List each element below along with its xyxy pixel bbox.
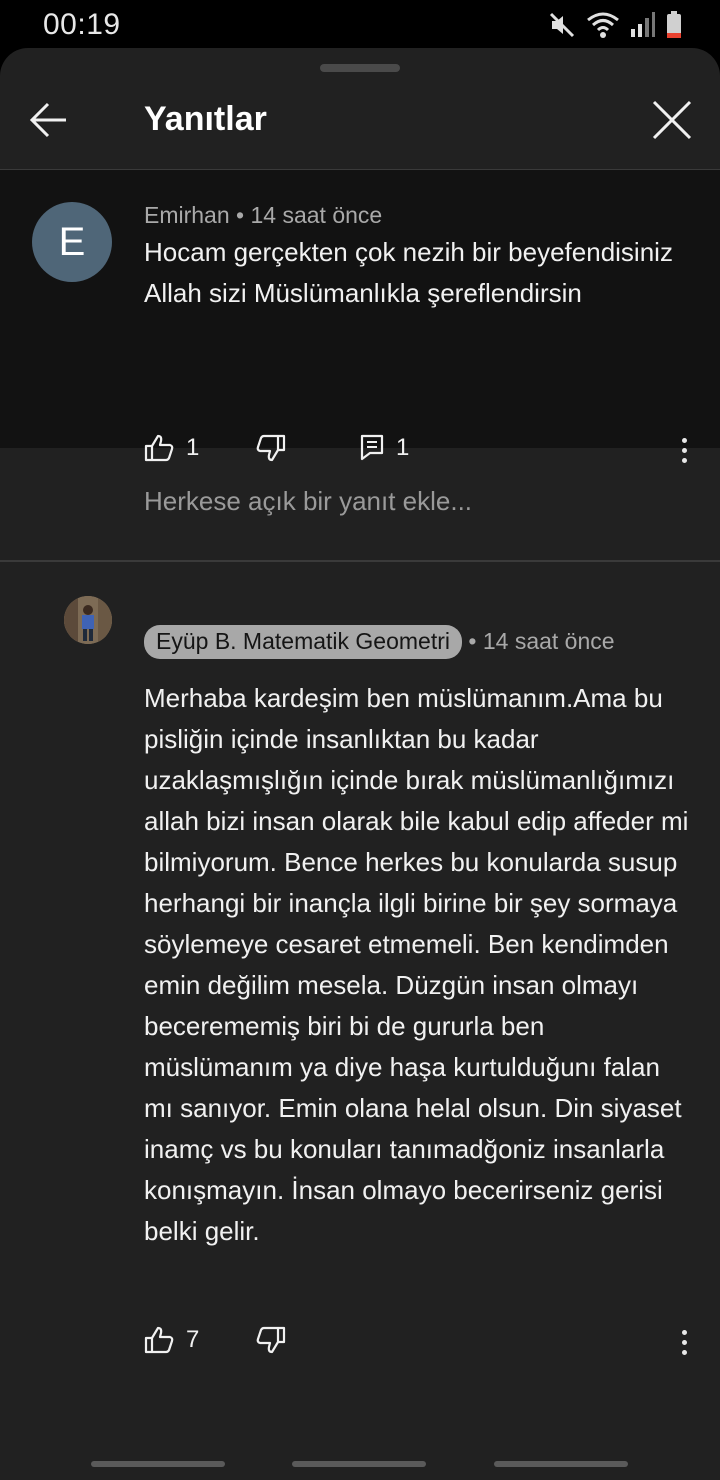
meta-separator: • — [468, 628, 483, 654]
parent-comment: E Emirhan • 14 saat önce Hocam gerçekten… — [0, 170, 720, 463]
replies-sheet: Yanıtlar E Emirhan • 14 saat önce Hocam … — [0, 48, 720, 1480]
reply-comment: Eyüp B. Matematik Geometri • 14 saat önc… — [0, 562, 720, 1422]
close-icon[interactable] — [650, 98, 694, 142]
back-arrow-icon[interactable] — [28, 100, 70, 140]
thumbs-up-icon — [144, 1326, 174, 1354]
reply-input-area: Herkese açık bir yanıt ekle... — [0, 448, 720, 562]
dislike-button[interactable] — [256, 1326, 286, 1354]
nav-gesture-home[interactable] — [292, 1461, 426, 1467]
battery-low-icon — [667, 11, 681, 38]
like-count: 7 — [186, 1326, 200, 1353]
sheet-header: Yanıtlar — [0, 48, 720, 171]
thumbs-down-icon — [256, 1326, 286, 1354]
nav-gesture-left[interactable] — [91, 1461, 225, 1467]
avatar[interactable]: E — [32, 202, 112, 282]
status-time: 00:19 — [43, 8, 121, 41]
reply-input[interactable]: Herkese açık bir yanıt ekle... — [144, 486, 684, 517]
more-options-icon[interactable] — [672, 1324, 696, 1360]
comment-text: Hocam gerçekten çok nezih bir beyefendis… — [144, 237, 673, 308]
mute-icon — [549, 12, 575, 38]
wifi-icon — [587, 12, 619, 38]
comment-text: Merhaba kardeşim ben müslümanım.Ama bu p… — [144, 683, 689, 1246]
status-bar: 00:19 — [0, 0, 720, 48]
avatar[interactable] — [64, 596, 112, 644]
creator-author-chip[interactable]: Eyüp B. Matematik Geometri — [144, 625, 462, 659]
comment-meta: Emirhan • 14 saat önce — [144, 202, 382, 229]
nav-gesture-right[interactable] — [494, 1461, 628, 1467]
meta-separator: • — [236, 202, 251, 228]
comment-time: 14 saat önce — [482, 628, 615, 654]
gesture-nav-bar — [0, 1456, 720, 1480]
status-icons — [548, 10, 682, 40]
comment-meta: Eyüp B. Matematik Geometri • 14 saat önc… — [144, 625, 615, 659]
avatar-photo-image — [64, 596, 112, 644]
like-button[interactable]: 7 — [144, 1326, 199, 1354]
page-title: Yanıtlar — [144, 100, 267, 138]
signal-icon — [631, 12, 655, 37]
comment-author[interactable]: Emirhan — [144, 202, 230, 228]
comment-time: 14 saat önce — [250, 202, 383, 228]
